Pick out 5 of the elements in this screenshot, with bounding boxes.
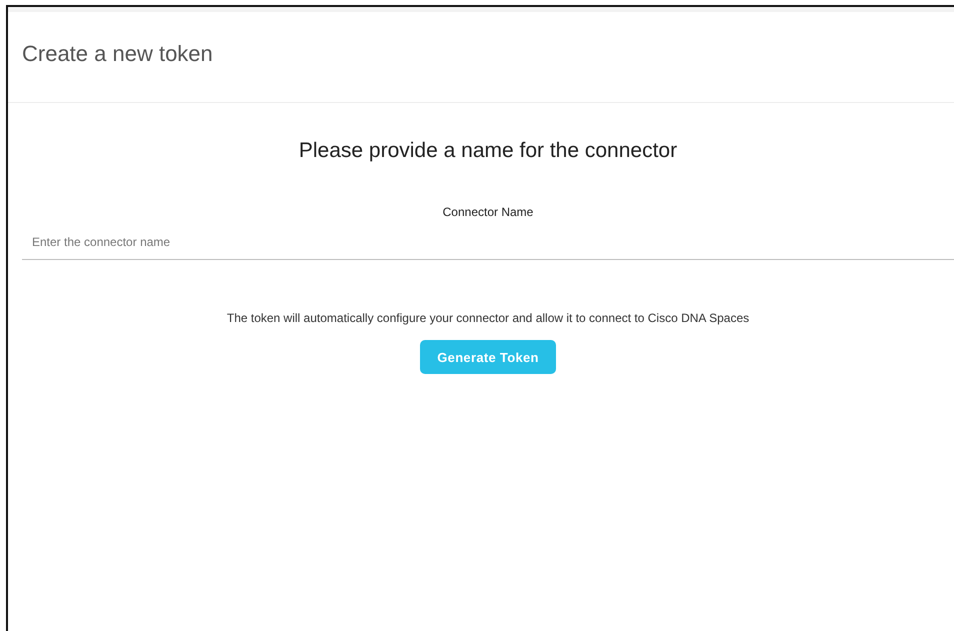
section-heading: Please provide a name for the connector — [298, 139, 678, 163]
dialog-title: Create a new token — [22, 41, 213, 67]
info-text: The token will automatically configure your connector and allow it to connect to Cisco DNA Spaces — [226, 311, 750, 325]
generate-button[interactable]: Generate Token — [420, 340, 556, 374]
field-label: Connector Name — [442, 205, 534, 219]
